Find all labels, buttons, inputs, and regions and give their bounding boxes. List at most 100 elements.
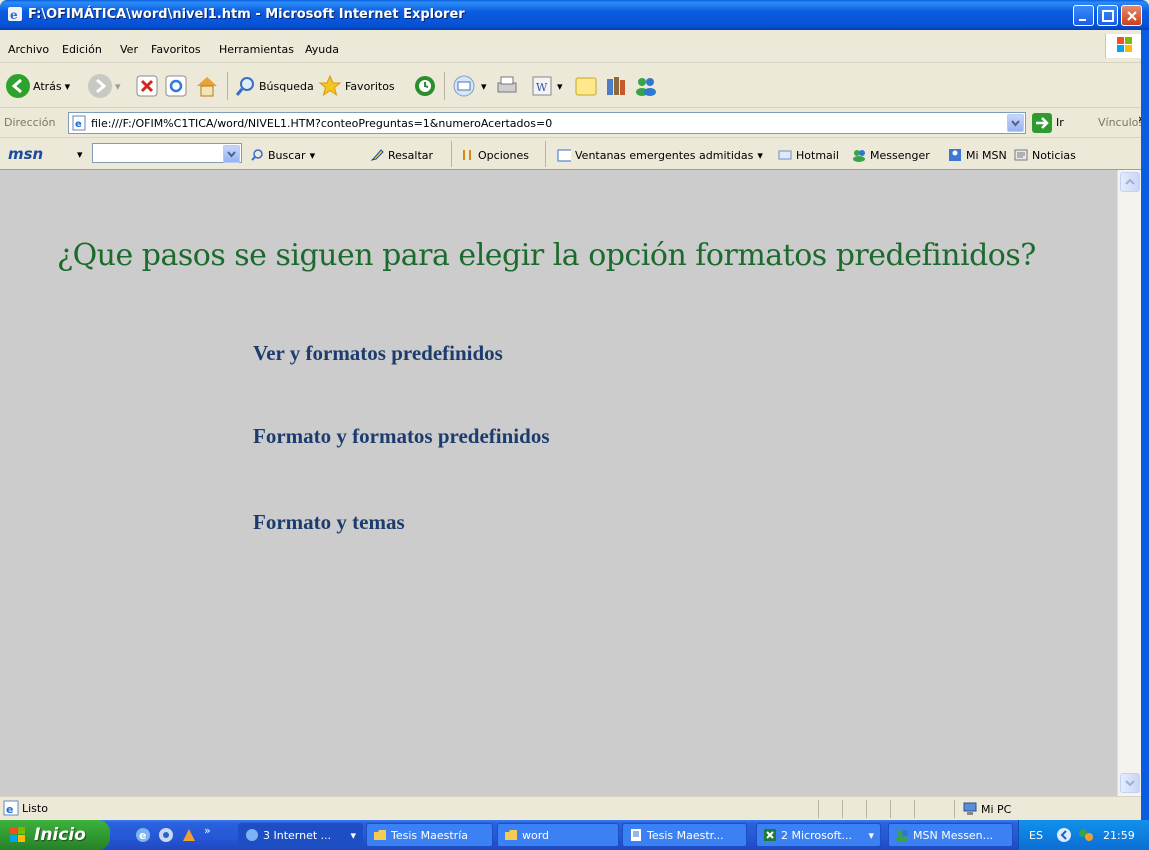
forward-arrow-icon: [88, 74, 112, 98]
answer-option-1[interactable]: Ver y formatos predefinidos: [253, 341, 503, 366]
menu-favoritos[interactable]: Favoritos: [151, 43, 201, 56]
task-excel[interactable]: 2 Microsoft... ▾: [756, 823, 881, 847]
search-button[interactable]: Búsqueda: [234, 72, 314, 100]
maximize-icon: [1102, 10, 1114, 22]
msn-logo[interactable]: msn: [8, 145, 43, 163]
news-button[interactable]: Noticias: [1014, 148, 1076, 162]
options-button[interactable]: Opciones: [460, 148, 529, 162]
stop-button[interactable]: [136, 72, 158, 100]
mail-button[interactable]: ▾: [452, 72, 487, 100]
chevron-down-icon: [1011, 120, 1020, 127]
messenger-button[interactable]: [633, 72, 659, 100]
person-icon: [949, 149, 961, 161]
back-label: Atrás: [33, 79, 62, 93]
news-label: Noticias: [1032, 148, 1076, 162]
history-button[interactable]: [413, 72, 437, 100]
chevron-down-icon: ▾: [64, 79, 71, 93]
windows-logo-icon: [1105, 34, 1143, 58]
answer-option-3[interactable]: Formato y temas: [253, 510, 405, 535]
popups-button[interactable]: Ventanas emergentes admitidas ▾: [557, 148, 763, 162]
close-button[interactable]: [1121, 5, 1142, 26]
page-icon: e: [3, 800, 19, 816]
tray-arrow-icon[interactable]: [1056, 827, 1072, 843]
task-label: 3 Internet ...: [263, 828, 332, 842]
menu-edicion[interactable]: Edición: [62, 43, 102, 56]
chevron-down-icon[interactable]: ▾: [77, 148, 83, 161]
scroll-down-button[interactable]: [1120, 773, 1140, 793]
task-tesis-doc[interactable]: Tesis Maestr...: [622, 823, 747, 847]
hotmail-button[interactable]: Hotmail: [778, 148, 839, 162]
discuss-button[interactable]: [574, 72, 598, 100]
menu-ayuda[interactable]: Ayuda: [305, 43, 339, 56]
chevron-right-icon[interactable]: »: [204, 824, 211, 837]
clock[interactable]: 21:59: [1103, 829, 1135, 842]
highlight-button[interactable]: Resaltar: [370, 148, 433, 162]
title-bar[interactable]: e F:\OFIMÁTICA\word\nivel1.htm - Microso…: [0, 0, 1149, 30]
forward-button[interactable]: ▾: [88, 72, 121, 100]
window-border: [1141, 30, 1149, 820]
chevron-down-icon: ▾: [115, 79, 121, 93]
minimize-button[interactable]: [1073, 5, 1094, 26]
svg-text:e: e: [6, 803, 13, 816]
research-button[interactable]: [604, 72, 628, 100]
chevron-down-icon: [1125, 780, 1135, 787]
back-arrow-icon: [6, 74, 30, 98]
envelope-icon: [778, 150, 792, 160]
folder-icon: [374, 830, 386, 840]
task-tesis-folder[interactable]: Tesis Maestría: [366, 823, 493, 847]
hotmail-label: Hotmail: [796, 148, 839, 162]
my-msn-label: Mi MSN: [966, 148, 1007, 162]
go-button[interactable]: [1032, 113, 1052, 133]
address-input[interactable]: e file:///F:/OFIM%C1TICA/word/NIVEL1.HTM…: [68, 112, 1026, 134]
go-label[interactable]: Ir: [1056, 116, 1064, 129]
maximize-button[interactable]: [1097, 5, 1118, 26]
print-button[interactable]: [495, 72, 519, 100]
media-quicklaunch-icon[interactable]: [181, 827, 197, 843]
svg-text:W: W: [536, 81, 548, 94]
msn-search-input[interactable]: [92, 143, 242, 163]
favorites-button[interactable]: Favoritos: [318, 72, 395, 100]
svg-text:e: e: [75, 119, 82, 130]
chevron-down-icon: ▾: [868, 828, 874, 842]
messenger-link[interactable]: Messenger: [852, 148, 930, 162]
language-indicator[interactable]: ES: [1029, 829, 1043, 842]
menu-herramientas[interactable]: Herramientas: [219, 43, 294, 56]
word-edit-icon: W: [532, 76, 552, 96]
refresh-button[interactable]: [165, 72, 187, 100]
note-icon: [575, 77, 597, 96]
books-icon: [607, 77, 625, 95]
msn-search-button[interactable]: Buscar ▾: [250, 148, 315, 162]
msn-search-dropdown[interactable]: [223, 145, 240, 163]
popup-window-icon: [557, 149, 571, 162]
vertical-scrollbar[interactable]: [1117, 170, 1141, 796]
task-msn-messenger[interactable]: MSN Messen...: [888, 823, 1013, 847]
menu-ver[interactable]: Ver: [120, 43, 138, 56]
outlook-quicklaunch-icon[interactable]: [158, 827, 174, 843]
address-url: file:///F:/OFIM%C1TICA/word/NIVEL1.HTM?c…: [91, 117, 553, 130]
edit-button[interactable]: W ▾: [530, 72, 563, 100]
task-label: word: [522, 828, 550, 842]
document-icon: [631, 829, 641, 841]
search-icon: [235, 77, 254, 96]
back-button[interactable]: Atrás ▾: [6, 72, 70, 100]
answer-option-2[interactable]: Formato y formatos predefinidos: [253, 424, 550, 449]
security-zone: Mi PC: [963, 802, 1011, 816]
menu-archivo[interactable]: Archivo: [8, 43, 49, 56]
start-label: Inicio: [34, 825, 86, 845]
address-dropdown-button[interactable]: [1007, 114, 1024, 132]
scroll-up-button[interactable]: [1120, 172, 1140, 192]
stop-icon: [136, 75, 158, 97]
ie-quicklaunch-icon[interactable]: e: [135, 827, 151, 843]
chevron-down-icon: ▾: [309, 148, 316, 162]
menu-bar: Archivo Edición Ver Favoritos Herramient…: [0, 30, 1149, 63]
windows-flag-icon: [10, 827, 25, 842]
task-label: 2 Microsoft...: [781, 828, 853, 842]
refresh-icon: [165, 75, 187, 97]
start-button[interactable]: Inicio: [0, 820, 110, 850]
network-icon[interactable]: [1077, 827, 1095, 843]
home-button[interactable]: [194, 72, 220, 100]
task-word-folder[interactable]: word: [497, 823, 619, 847]
task-internet-explorer[interactable]: 3 Internet ... ▾: [238, 823, 363, 847]
my-msn-button[interactable]: Mi MSN: [948, 148, 1007, 162]
msn-search-label: Buscar: [268, 148, 306, 162]
